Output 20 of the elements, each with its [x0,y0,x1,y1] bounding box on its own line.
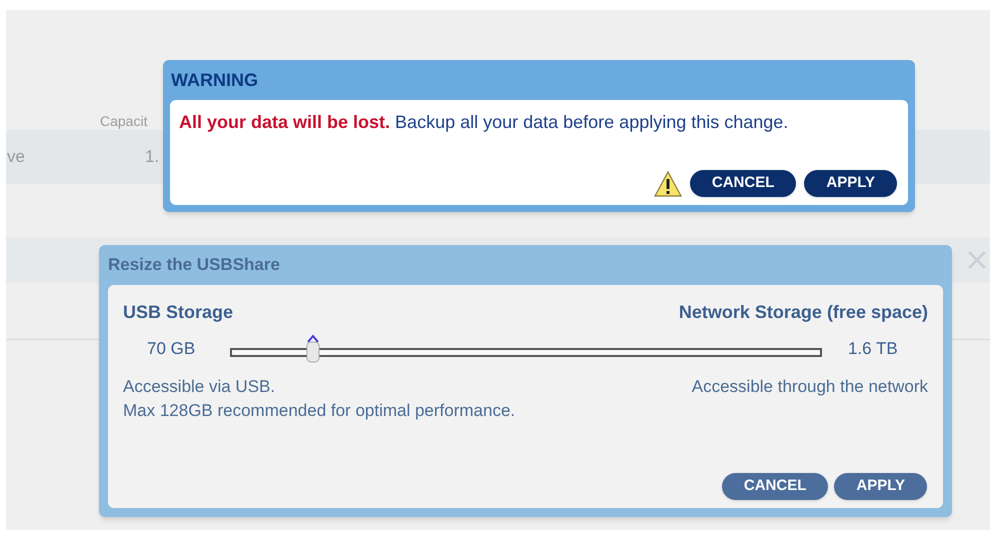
dialog-button[interactable]: CANCEL [722,473,828,500]
warning-message: All your data will be lost. Backup all your data before applying this change. [179,111,790,134]
dialog-button[interactable]: CANCEL [690,170,796,197]
storage-note: Max 128GB recommended for optimal performance. [123,400,516,422]
table-cell-text: 1. [145,146,160,168]
dialog-button[interactable]: APPLY [834,473,927,500]
column-heading: Capacit [100,113,148,129]
slider-track[interactable] [230,334,822,363]
storage-note: Accessible through the network [692,376,928,398]
storage-note: Accessible via USB. [123,376,276,398]
dialog-title: WARNING [170,68,259,92]
table-cell-text: ve [6,146,26,168]
slider-thumb[interactable] [304,334,321,363]
dialog-button[interactable]: APPLY [804,170,897,197]
storage-label: USB Storage [123,301,234,324]
storage-value: 1.6 TB [847,338,898,360]
storage-value: 70 GB [146,338,196,360]
warning-icon [654,170,682,196]
dialog-title: Resize the USBShare [108,254,281,276]
storage-label: Network Storage (free space) [678,301,928,324]
